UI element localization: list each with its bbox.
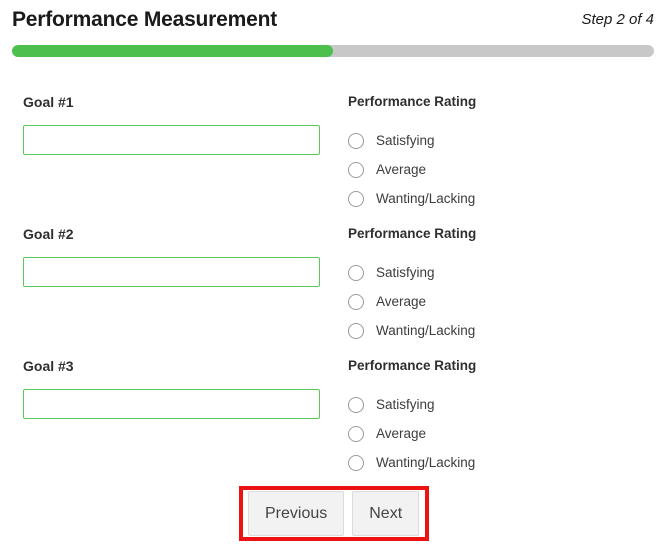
goal-1-rating-group: Performance Rating Satisfying Average Wa… — [348, 94, 648, 213]
radio-circle-icon[interactable] — [348, 293, 364, 310]
radio-label: Average — [376, 294, 427, 309]
goal-2-radio-satisfying[interactable]: Satisfying — [348, 258, 648, 287]
goal-3-label: Goal #3 — [23, 358, 74, 374]
goal-1-rating-title: Performance Rating — [348, 94, 477, 109]
page-title: Performance Measurement — [12, 8, 278, 31]
goal-block: Goal #3 Performance Rating Satisfying Av… — [0, 342, 666, 474]
page-header: Performance Measurement Step 2 of 4 — [0, 0, 666, 40]
radio-circle-icon[interactable] — [348, 396, 364, 413]
goal-2-input[interactable] — [23, 257, 320, 287]
progress-bar-fill — [12, 45, 333, 57]
goal-3-radio-satisfying[interactable]: Satisfying — [348, 390, 648, 419]
radio-label: Satisfying — [376, 265, 435, 280]
radio-label: Satisfying — [376, 397, 435, 412]
goal-3-input[interactable] — [23, 389, 320, 419]
goal-1-radio-average[interactable]: Average — [348, 155, 648, 184]
radio-label: Wanting/Lacking — [376, 191, 476, 206]
radio-label: Average — [376, 426, 427, 441]
goal-2-label: Goal #2 — [23, 226, 74, 242]
radio-label: Satisfying — [376, 133, 435, 148]
radio-circle-icon[interactable] — [348, 425, 364, 442]
goal-block: Goal #1 Performance Rating Satisfying Av… — [0, 78, 666, 210]
goal-1-input[interactable] — [23, 125, 320, 155]
radio-circle-icon[interactable] — [348, 454, 364, 471]
goal-1-radio-satisfying[interactable]: Satisfying — [348, 126, 648, 155]
goal-2-rating-group: Performance Rating Satisfying Average Wa… — [348, 226, 648, 345]
goal-1-radio-wanting-lacking[interactable]: Wanting/Lacking — [348, 184, 648, 213]
radio-label: Wanting/Lacking — [376, 323, 476, 338]
goal-2-radio-wanting-lacking[interactable]: Wanting/Lacking — [348, 316, 648, 345]
wizard-navigation: Previous Next — [248, 491, 420, 536]
goal-2-rating-title: Performance Rating — [348, 226, 477, 241]
goal-3-rating-group: Performance Rating Satisfying Average Wa… — [348, 358, 648, 477]
step-indicator: Step 2 of 4 — [581, 11, 654, 28]
radio-label: Average — [376, 162, 427, 177]
radio-circle-icon[interactable] — [348, 264, 364, 281]
radio-circle-icon[interactable] — [348, 322, 364, 339]
radio-circle-icon[interactable] — [348, 161, 364, 178]
goal-block: Goal #2 Performance Rating Satisfying Av… — [0, 210, 666, 342]
goals-form: Goal #1 Performance Rating Satisfying Av… — [0, 78, 666, 474]
next-button[interactable]: Next — [352, 491, 420, 536]
radio-circle-icon[interactable] — [348, 190, 364, 207]
radio-label: Wanting/Lacking — [376, 455, 476, 470]
goal-3-rating-title: Performance Rating — [348, 358, 477, 373]
radio-circle-icon[interactable] — [348, 132, 364, 149]
goal-2-radio-average[interactable]: Average — [348, 287, 648, 316]
progress-bar-track — [12, 45, 654, 57]
previous-button[interactable]: Previous — [248, 491, 345, 536]
goal-3-radio-wanting-lacking[interactable]: Wanting/Lacking — [348, 448, 648, 477]
goal-3-radio-average[interactable]: Average — [348, 419, 648, 448]
goal-1-label: Goal #1 — [23, 94, 74, 110]
